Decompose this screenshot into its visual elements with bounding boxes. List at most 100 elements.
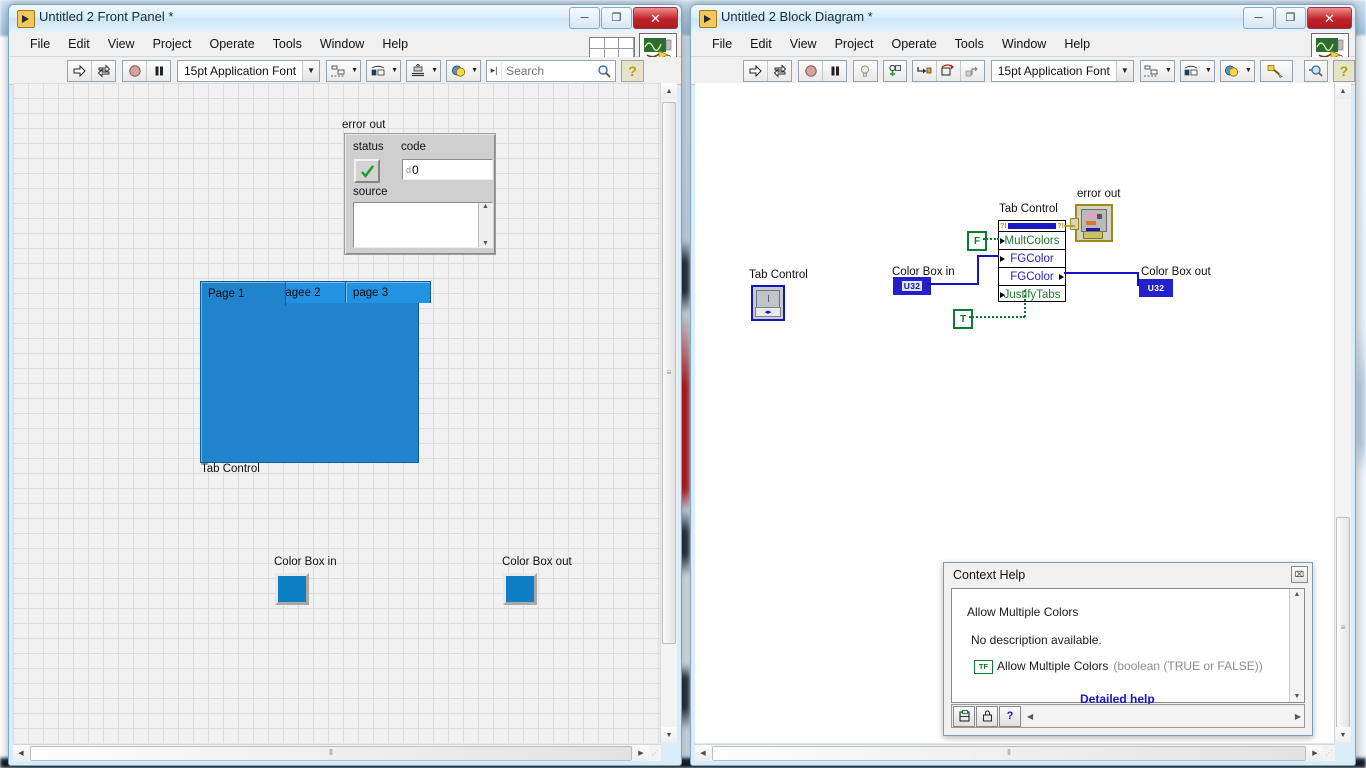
scroll-up-icon[interactable]: ▲ xyxy=(482,203,489,210)
tab-control-terminal[interactable]: ◂▸ xyxy=(751,285,785,321)
property-row-justifytabs[interactable]: JustifyTabs xyxy=(999,286,1065,303)
run-button[interactable] xyxy=(744,60,769,81)
block-diagram-horizontal-scrollbar[interactable]: ◀ ⦀ ▶ ⋰ xyxy=(695,744,1335,761)
property-row-fgcolor-out[interactable]: FGColor xyxy=(999,268,1065,286)
run-continuously-button[interactable] xyxy=(92,60,115,81)
search-icon[interactable] xyxy=(593,64,615,78)
context-help-titlebar[interactable]: Context Help ⌧ xyxy=(944,563,1312,586)
wire-colorboxin-horizontal[interactable] xyxy=(927,283,979,285)
chevron-down-icon[interactable]: ▼ xyxy=(389,61,400,81)
close-icon[interactable]: ⌧ xyxy=(1291,566,1308,583)
menu-help[interactable]: Help xyxy=(1055,35,1099,53)
wire-true-to-justifytabs-horizontal[interactable] xyxy=(969,316,1025,318)
vertical-scroll-thumb[interactable]: ≡ xyxy=(662,102,676,644)
error-out-cluster[interactable]: status code d 0 source ▲ ▼ xyxy=(344,133,496,255)
show-optional-terminals-icon[interactable] xyxy=(953,705,975,727)
tab-control[interactable]: Page 1 pagee 2 page 3 xyxy=(200,281,431,463)
chevron-down-icon[interactable]: ▼ xyxy=(429,61,440,81)
font-selector[interactable]: 15pt Application Font ▼ xyxy=(177,59,321,82)
distribute-objects-button[interactable]: ▼ xyxy=(1179,59,1215,82)
context-help-vertical-scrollbar[interactable]: ▲ ▼ xyxy=(1289,589,1304,702)
close-button[interactable]: ✕ xyxy=(1307,7,1352,29)
pause-button[interactable] xyxy=(823,60,847,81)
font-selector[interactable]: 15pt Application Font ▼ xyxy=(990,59,1134,82)
menu-edit[interactable]: Edit xyxy=(741,35,781,53)
minimize-button[interactable]: ─ xyxy=(1243,7,1274,29)
run-button[interactable] xyxy=(68,60,92,81)
abort-execution-button[interactable] xyxy=(123,60,147,81)
menu-window[interactable]: Window xyxy=(993,35,1055,53)
align-objects-button[interactable]: ▼ xyxy=(1139,59,1175,82)
abort-execution-button[interactable] xyxy=(799,60,824,81)
wire-error-out[interactable] xyxy=(1064,225,1075,227)
property-row-fgcolor-in[interactable]: FGColor xyxy=(999,250,1065,268)
retain-wire-values-button[interactable] xyxy=(882,59,907,82)
menu-help[interactable]: Help xyxy=(373,35,417,53)
step-over-button[interactable] xyxy=(936,60,961,81)
front-panel-window[interactable]: Untitled 2 Front Panel * ─ ❐ ✕ File Edit… xyxy=(8,4,682,766)
source-field[interactable]: ▲ ▼ xyxy=(353,202,493,248)
chevron-down-icon[interactable]: ▼ xyxy=(1115,60,1133,81)
menu-window[interactable]: Window xyxy=(311,35,373,53)
tab-page-3[interactable]: page 3 xyxy=(345,281,431,303)
scroll-left-button[interactable]: ◀ xyxy=(695,745,711,761)
scroll-down-icon[interactable]: ▼ xyxy=(482,240,489,247)
block-diagram-menubar[interactable]: File Edit View Project Operate Tools Win… xyxy=(691,32,1355,65)
abort-pause-group[interactable] xyxy=(798,59,848,82)
highlight-execution-button[interactable] xyxy=(853,59,878,82)
search-box[interactable]: ▸| xyxy=(486,59,617,82)
chevron-down-icon[interactable]: ▼ xyxy=(469,61,480,81)
run-controls-group[interactable] xyxy=(67,59,116,82)
code-field[interactable]: d 0 xyxy=(402,159,493,180)
block-diagram-titlebar[interactable]: Untitled 2 Block Diagram * ─ ❐ ✕ xyxy=(691,5,1355,32)
error-out-indicator-node[interactable] xyxy=(1070,204,1113,242)
resize-grip[interactable]: ⋰ xyxy=(649,749,661,757)
menu-project[interactable]: Project xyxy=(144,35,201,53)
distribute-objects-button[interactable]: ▼ xyxy=(366,59,402,82)
scroll-down-button[interactable]: ▼ xyxy=(1335,727,1351,743)
front-panel-horizontal-scrollbar[interactable]: ◀ ⦀ ▶ ⋰ xyxy=(13,744,661,761)
tab-control-page-area[interactable] xyxy=(200,298,419,463)
color-box-out-terminal[interactable]: U32 xyxy=(1139,279,1173,297)
resize-objects-button[interactable]: ▼ xyxy=(406,59,442,82)
chevron-down-icon[interactable]: ▼ xyxy=(1203,61,1214,81)
menu-project[interactable]: Project xyxy=(826,35,883,53)
tab-page-1[interactable]: Page 1 xyxy=(200,281,286,306)
chevron-down-icon[interactable]: ▼ xyxy=(349,61,360,81)
context-help-window[interactable]: Context Help ⌧ Allow Multiple Colors No … xyxy=(943,562,1313,736)
context-help-toolbar[interactable]: ? ◀ ▶ xyxy=(951,704,1305,728)
menu-edit[interactable]: Edit xyxy=(59,35,99,53)
run-controls-group[interactable] xyxy=(743,59,793,82)
reorder-button[interactable]: ▼ xyxy=(1219,59,1255,82)
scroll-up-icon[interactable]: ▲ xyxy=(1290,589,1304,598)
menu-file[interactable]: File xyxy=(703,35,741,53)
search-button[interactable] xyxy=(1303,59,1328,82)
menu-operate[interactable]: Operate xyxy=(882,35,945,53)
front-panel-canvas[interactable]: error out status code d 0 source ▲ ▼ Pag… xyxy=(13,83,661,743)
close-button[interactable]: ✕ xyxy=(633,7,678,29)
menu-view[interactable]: View xyxy=(781,35,826,53)
menu-file[interactable]: File xyxy=(21,35,59,53)
context-help-button[interactable]: ? xyxy=(621,59,645,82)
menu-operate[interactable]: Operate xyxy=(200,35,263,53)
pause-button[interactable] xyxy=(147,60,170,81)
horizontal-scroll-thumb[interactable]: ⦀ xyxy=(30,745,632,761)
property-node[interactable]: ?! ?! MultColors FGColor FGColor Justify… xyxy=(998,220,1066,302)
chevron-down-icon[interactable]: ▼ xyxy=(302,60,320,81)
source-scrollbar[interactable]: ▲ ▼ xyxy=(478,203,492,247)
wire-colorboxin-vertical[interactable] xyxy=(977,255,979,285)
status-led-indicator[interactable] xyxy=(354,159,380,183)
color-box-in-terminal[interactable]: U32 xyxy=(893,277,931,295)
context-help-button[interactable]: ? xyxy=(1332,59,1355,82)
reorder-button[interactable]: ▼ xyxy=(446,59,482,82)
menu-view[interactable]: View xyxy=(99,35,144,53)
search-scope-icon[interactable]: ▸| xyxy=(487,61,503,80)
scroll-down-icon[interactable]: ▼ xyxy=(1290,693,1304,700)
scroll-right-button[interactable]: ▶ xyxy=(1307,745,1323,761)
menu-tools[interactable]: Tools xyxy=(946,35,993,53)
chevron-down-icon[interactable]: ▼ xyxy=(1243,61,1254,81)
context-help-horizontal-scrollbar[interactable]: ◀ ▶ xyxy=(1024,706,1304,726)
resize-grip[interactable]: ⋰ xyxy=(1323,749,1335,757)
minimize-button[interactable]: ─ xyxy=(569,7,600,29)
block-diagram-window-controls[interactable]: ─ ❐ ✕ xyxy=(1243,7,1352,29)
